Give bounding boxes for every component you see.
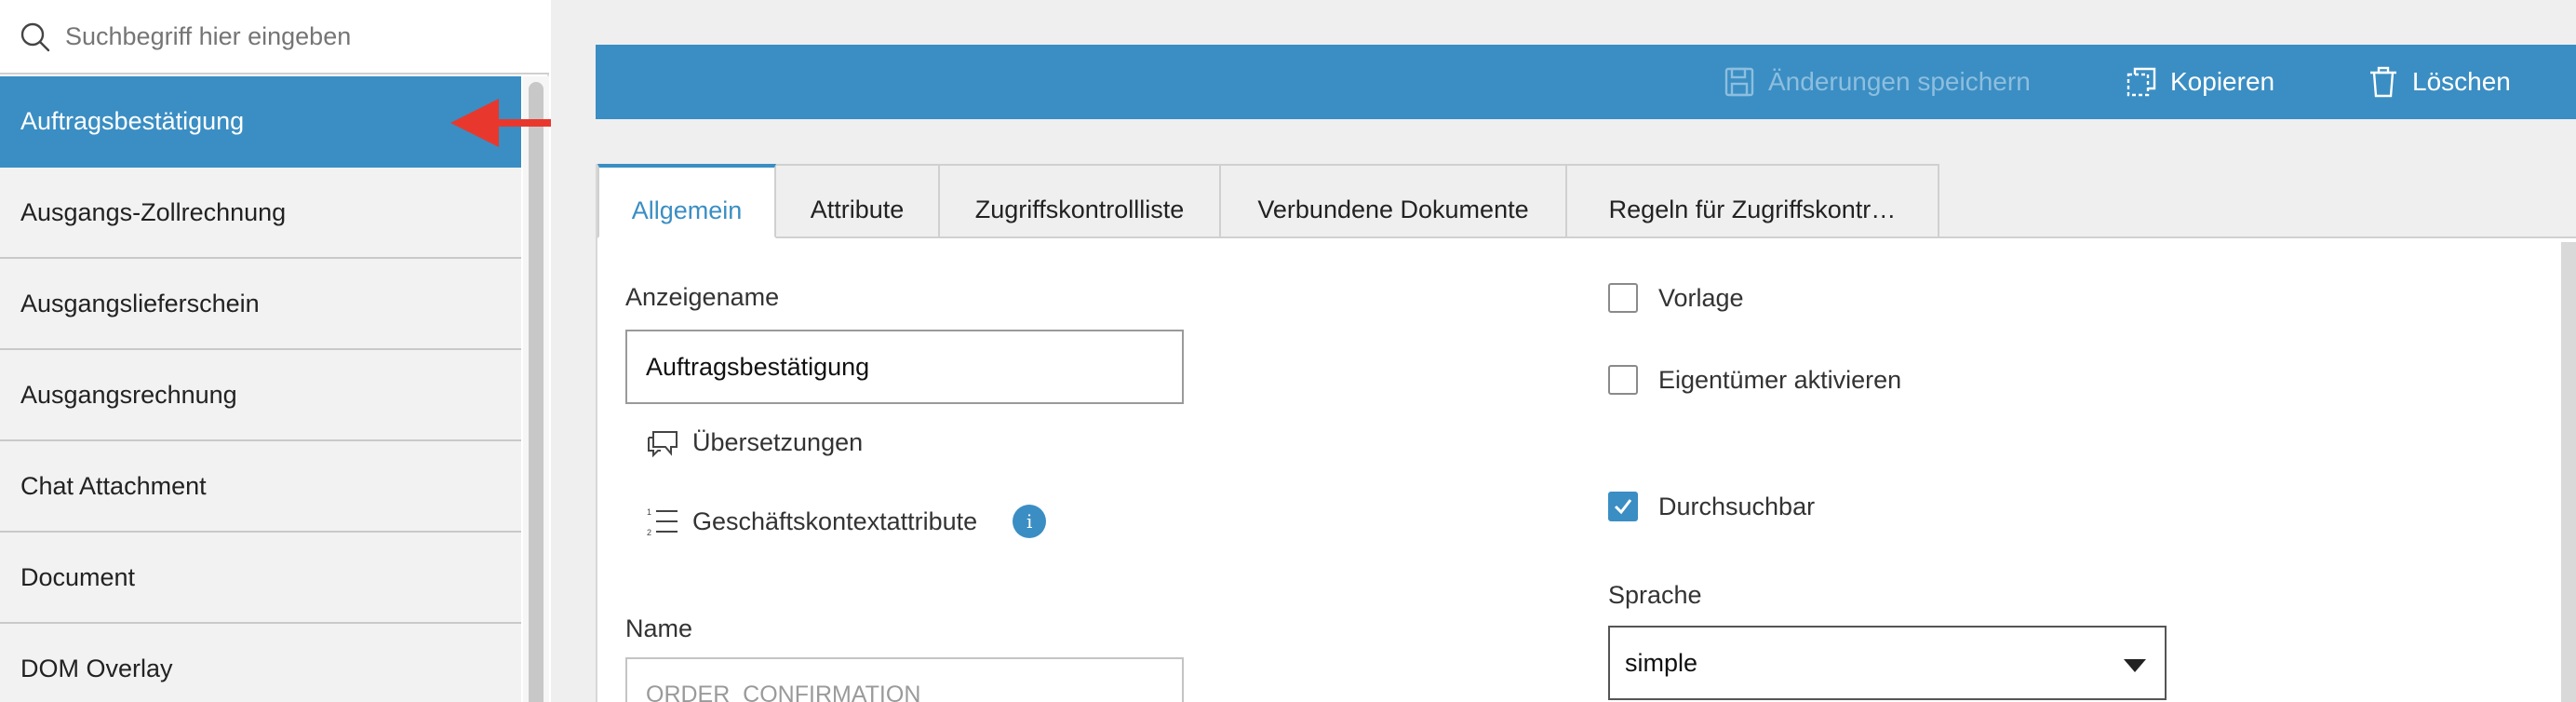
floppy-disk-icon <box>1724 67 1754 97</box>
list-item[interactable]: Auftragsbestätigung <box>0 76 521 168</box>
display-name-field[interactable]: Auftragsbestätigung <box>625 330 1184 404</box>
list-item[interactable]: DOM Overlay <box>0 624 521 702</box>
document-type-list: Auftragsbestätigung Ausgangs-Zollrechnun… <box>0 76 521 702</box>
copy-button[interactable]: Kopieren <box>2126 45 2274 119</box>
search-input[interactable] <box>65 15 530 58</box>
info-icon[interactable]: i <box>1013 505 1047 538</box>
list-item[interactable]: Chat Attachment <box>0 441 521 533</box>
language-select[interactable]: simple <box>1608 626 2167 700</box>
tab-access-rules[interactable]: Regeln für Zugriffskontr… <box>1567 164 1939 238</box>
translations-link[interactable]: Übersetzungen <box>646 426 863 458</box>
tab-linked-documents[interactable]: Verbundene Dokumente <box>1221 164 1567 238</box>
delete-button[interactable]: Löschen <box>2368 45 2511 119</box>
name-field: ORDER_CONFIRMATION <box>625 657 1184 702</box>
business-context-attributes-label: Geschäftskontextattribute <box>692 506 978 535</box>
list-item[interactable]: Ausgangslieferschein <box>0 259 521 350</box>
numbered-list-icon: 1 2 <box>647 507 678 537</box>
list-scrollbar[interactable] <box>523 76 549 702</box>
list-item[interactable]: Ausgangsrechnung <box>0 350 521 441</box>
copy-label: Kopieren <box>2170 67 2275 96</box>
caret-down-icon <box>2124 659 2146 672</box>
save-changes-button[interactable]: Änderungen speichern <box>1724 45 2031 119</box>
detail-scrollbar[interactable] <box>2561 242 2576 702</box>
translations-label: Übersetzungen <box>692 427 864 456</box>
tab-allgemein[interactable]: Allgemein <box>597 164 776 238</box>
business-context-attributes-link[interactable]: 1 2 Geschäftskontextattribute i <box>646 505 1047 538</box>
action-toolbar: Änderungen speichern Kopieren Löschen <box>596 45 2576 119</box>
trash-icon <box>2370 66 2396 98</box>
enable-owner-checkbox-row[interactable]: Eigentümer aktivieren <box>1608 365 1901 395</box>
list-item[interactable]: Document <box>0 533 521 624</box>
searchable-checkbox-row[interactable]: Durchsuchbar <box>1608 492 1815 521</box>
template-checkbox-row[interactable]: Vorlage <box>1608 283 1744 313</box>
enable-owner-checkbox[interactable] <box>1608 365 1638 395</box>
search-icon <box>20 22 50 52</box>
display-name-label: Anzeigename <box>625 283 780 311</box>
searchable-checkbox[interactable] <box>1608 492 1638 521</box>
tab-access-control-list[interactable]: Zugriffskontrollliste <box>940 164 1221 238</box>
name-label: Name <box>625 614 693 642</box>
template-label: Vorlage <box>1658 283 1744 312</box>
svg-text:2: 2 <box>647 528 651 537</box>
save-changes-label: Änderungen speichern <box>1768 67 2031 96</box>
template-checkbox[interactable] <box>1608 283 1638 313</box>
language-label: Sprache <box>1608 581 1702 609</box>
list-scrollbar-thumb[interactable] <box>529 82 543 702</box>
delete-label: Löschen <box>2412 67 2511 96</box>
search-box <box>0 0 549 74</box>
tab-bar: Allgemein Attribute Zugriffskontrolllist… <box>597 164 2576 238</box>
detail-panel: Allgemein Attribute Zugriffskontrolllist… <box>596 164 2576 702</box>
svg-text:1: 1 <box>647 507 651 517</box>
checkmark-icon <box>1614 499 1632 515</box>
general-form: Anzeigename Auftragsbestätigung Übersetz… <box>597 240 2576 702</box>
list-item[interactable]: Ausgangs-Zollrechnung <box>0 168 521 259</box>
speech-bubbles-icon <box>648 431 678 458</box>
enable-owner-label: Eigentümer aktivieren <box>1658 365 1902 394</box>
copy-icon <box>2127 67 2156 97</box>
searchable-label: Durchsuchbar <box>1658 492 1816 520</box>
language-value: simple <box>1625 648 1698 677</box>
tab-attribute[interactable]: Attribute <box>776 164 940 238</box>
